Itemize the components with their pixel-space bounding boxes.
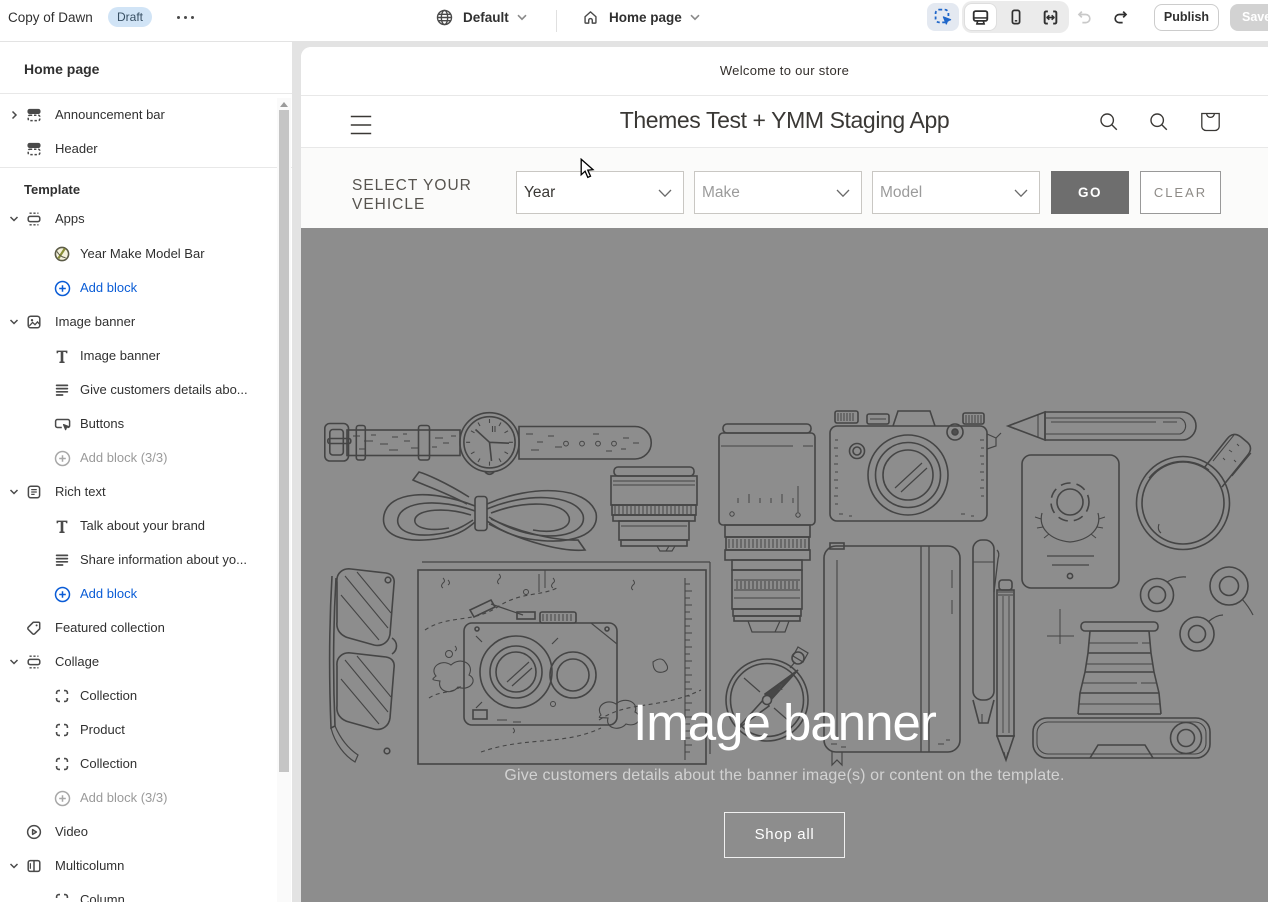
svg-text:z: z	[778, 682, 783, 693]
